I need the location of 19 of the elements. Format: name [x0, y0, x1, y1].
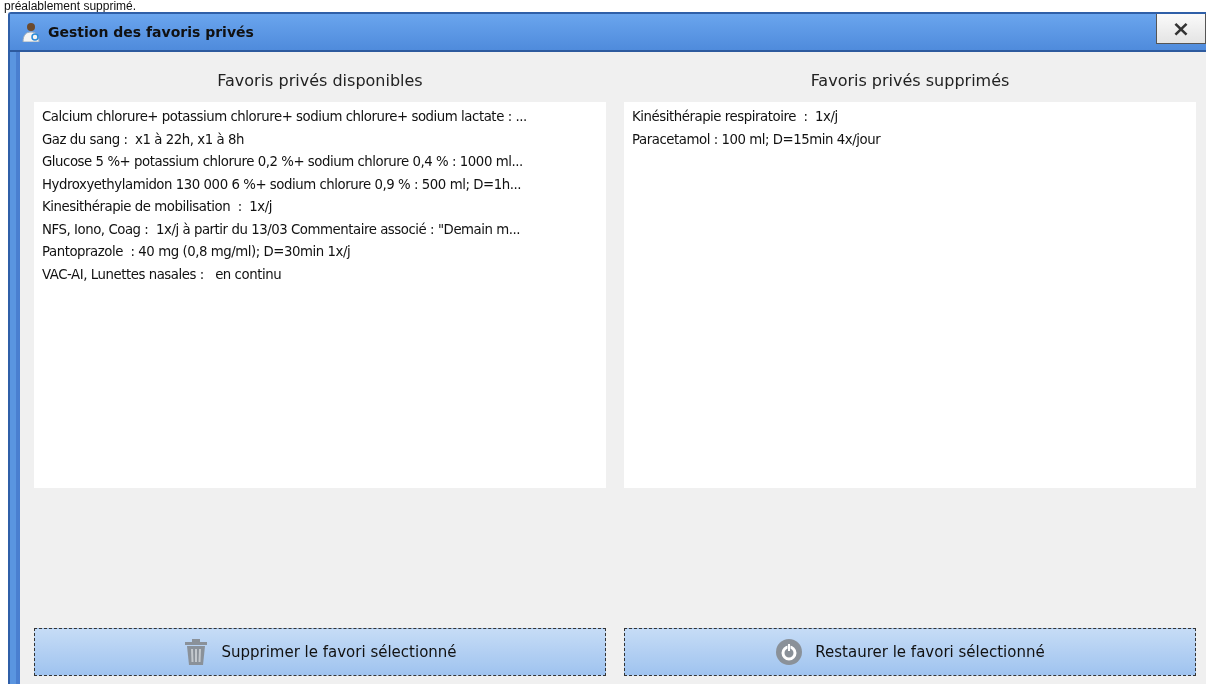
list-item[interactable]: Gaz du sang : x1 à 22h, x1 à 8h [34, 128, 252, 151]
close-button[interactable]: × [1156, 14, 1206, 44]
document-text: préalablement supprimé. [4, 0, 137, 12]
delete-button[interactable]: Supprimer le favori sélectionné [34, 628, 606, 676]
panel-title: Favoris privés supprimés [810, 70, 1010, 92]
list-item[interactable]: Pantoprazole : 40 mg (0,8 mg/ml); D=30min 1x/j [34, 241, 359, 264]
doctor-icon [22, 22, 40, 42]
window-title: Gestion des favoris privés [48, 24, 254, 40]
list-item[interactable]: Kinésithérapie respiratoire : 1x/j [624, 106, 846, 129]
list-item[interactable]: Hydroxyethylamidon 130 000 6 %+ sodium chlorure 0,9 % : 500 ml; D=1h... [34, 173, 529, 196]
panel-title: Favoris privés disponibles [217, 70, 423, 92]
list-item[interactable]: Paracetamol : 100 ml; D=15min 4x/jour [624, 128, 889, 151]
restore-button[interactable]: Restaurer le favori sélectionné [624, 628, 1196, 676]
list-item[interactable]: VAC-AI, Lunettes nasales : en continu [34, 263, 290, 286]
trash-icon [183, 638, 210, 666]
list-item[interactable]: NFS, Iono, Coag : 1x/j à partir du 13/03 Commentaire associé : "Demain m... [34, 218, 529, 241]
list-item[interactable]: Glucose 5 %+ potassium chlorure 0,2 %+ sodium chlorure 0,4 % : 1000 ml... [34, 151, 531, 174]
list-item[interactable]: Calcium chlorure+ potassium chlorure+ sodium chlorure+ sodium lactate : ... [34, 106, 535, 129]
list-item[interactable]: Kinesithérapie de mobilisation : 1x/j [34, 196, 280, 219]
